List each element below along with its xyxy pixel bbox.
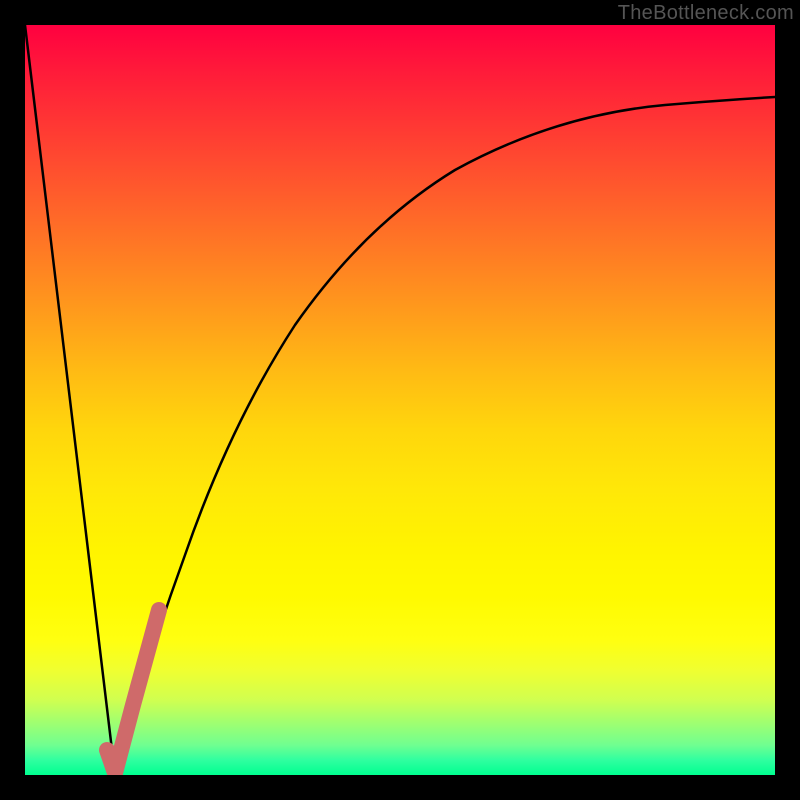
highlight-segment [107, 610, 159, 773]
right-branch-curve [115, 97, 775, 775]
plot-area [25, 25, 775, 775]
curve-layer [25, 25, 775, 775]
left-branch-line [25, 25, 115, 775]
watermark-text: TheBottleneck.com [618, 2, 794, 25]
chart-frame: TheBottleneck.com [0, 0, 800, 800]
